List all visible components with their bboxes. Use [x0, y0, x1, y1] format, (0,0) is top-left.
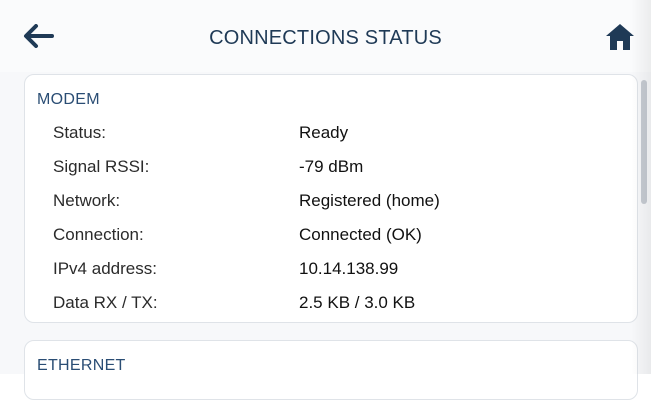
- data-rx-tx-label: Data RX / TX:: [53, 293, 158, 312]
- app-screen: CONNECTIONS STATUS MODEM Status: Ready S…: [0, 0, 651, 400]
- scrollbar-thumb[interactable]: [641, 80, 647, 204]
- page-title: CONNECTIONS STATUS: [209, 27, 442, 49]
- data-rx-tx-row: Data RX / TX: 2.5 KB / 3.0 KB: [25, 293, 637, 323]
- ipv4-address-value: 10.14.138.99: [299, 259, 399, 278]
- network-value: Registered (home): [299, 191, 440, 210]
- status-row: Status: Ready: [25, 123, 637, 153]
- network-label: Network:: [53, 191, 121, 210]
- signal-rssi-row: Signal RSSI: -79 dBm: [25, 157, 637, 187]
- signal-rssi-value: -79 dBm: [299, 157, 364, 176]
- network-row: Network: Registered (home): [25, 191, 637, 221]
- section-title-modem: MODEM: [37, 91, 100, 108]
- status-label: Status:: [53, 123, 106, 142]
- signal-rssi-label: Signal RSSI:: [53, 157, 150, 176]
- status-content[interactable]: MODEM Status: Ready Signal RSSI: -79 dBm…: [0, 72, 651, 400]
- header-bar: CONNECTIONS STATUS: [0, 0, 651, 72]
- status-value: Ready: [299, 123, 349, 142]
- ipv4-address-row: IPv4 address: 10.14.138.99: [25, 259, 637, 289]
- connection-label: Connection:: [53, 225, 144, 244]
- data-rx-tx-value: 2.5 KB / 3.0 KB: [299, 293, 416, 312]
- home-button[interactable]: [600, 20, 640, 54]
- section-title-ethernet: ETHERNET: [37, 357, 126, 374]
- connection-value: Connected (OK): [299, 225, 422, 244]
- home-icon: [606, 24, 634, 50]
- ethernet-card: ETHERNET: [24, 340, 638, 400]
- connection-row: Connection: Connected (OK): [25, 225, 637, 255]
- ipv4-address-label: IPv4 address:: [53, 259, 157, 278]
- modem-card: MODEM Status: Ready Signal RSSI: -79 dBm…: [24, 74, 638, 323]
